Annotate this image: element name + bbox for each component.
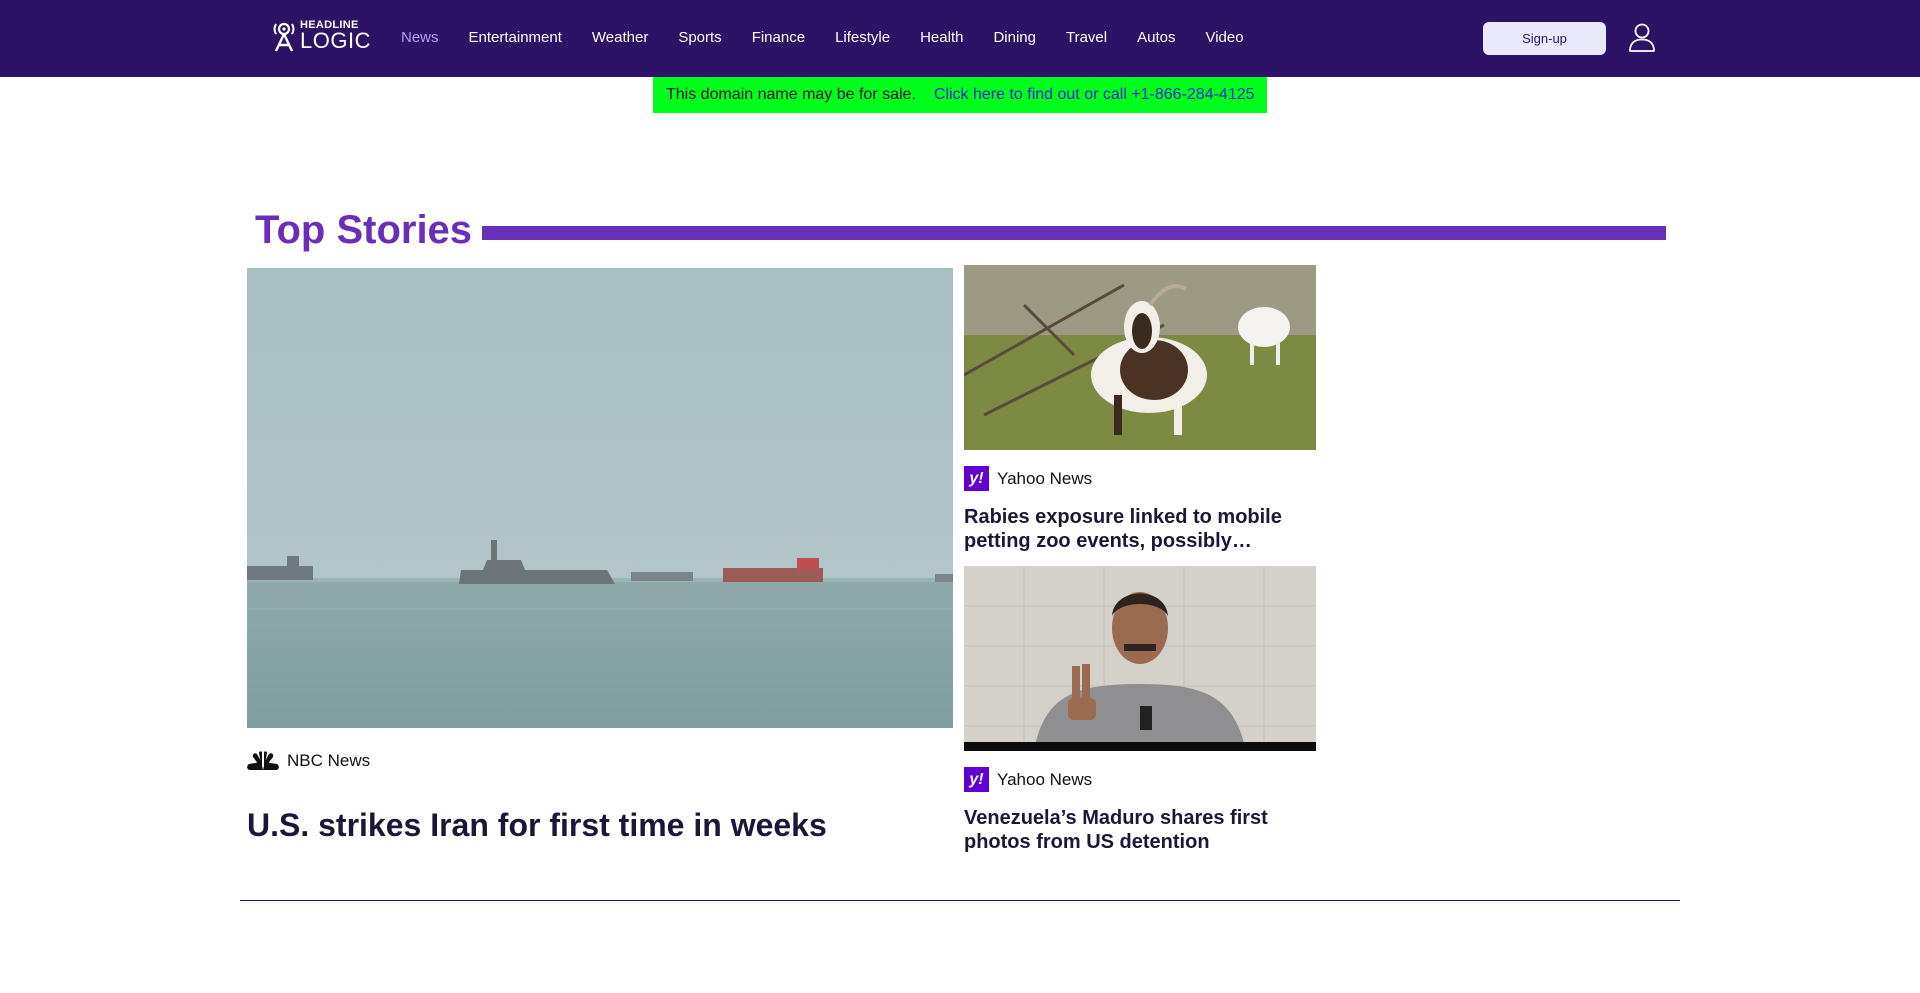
nav-item-lifestyle[interactable]: Lifestyle [835, 29, 890, 46]
maduro-photo [964, 566, 1316, 751]
nav-item-autos[interactable]: Autos [1137, 29, 1175, 46]
section-title-rule [482, 226, 1666, 240]
user-account-icon[interactable] [1628, 22, 1656, 52]
sale-banner-text: This domain name may be for sale. [666, 86, 916, 103]
nav-item-dining[interactable]: Dining [993, 29, 1036, 46]
domain-sale-banner: This domain name may be for sale. Click … [653, 77, 1267, 113]
source-name: Yahoo News [997, 769, 1093, 789]
site-logo[interactable]: HEADLINE LOGIC [272, 20, 371, 52]
lead-story-headline[interactable]: U.S. strikes Iran for first time in week… [247, 806, 953, 844]
side-story-2-headline[interactable]: Venezuela’s Maduro shares first photos f… [964, 806, 1316, 854]
ships-at-sea-photo [247, 268, 953, 728]
nav-item-health[interactable]: Health [920, 29, 963, 46]
logo-text: HEADLINE LOGIC [300, 20, 371, 52]
nav-item-travel[interactable]: Travel [1066, 29, 1107, 46]
yahoo-icon: y! [964, 767, 989, 792]
nav-item-news[interactable]: News [401, 29, 439, 46]
nav-item-sports[interactable]: Sports [678, 29, 721, 46]
nav-item-entertainment[interactable]: Entertainment [469, 29, 562, 46]
side-story-2-image[interactable] [964, 566, 1316, 751]
side-story-1-headline[interactable]: Rabies exposure linked to mobile petting… [964, 505, 1316, 553]
logo-line-2: LOGIC [300, 28, 371, 53]
main-nav: News Entertainment Weather Sports Financ… [401, 29, 1274, 46]
lead-story-source: NBC News [247, 751, 370, 771]
nav-item-weather[interactable]: Weather [592, 29, 648, 46]
yahoo-icon: y! [964, 466, 989, 491]
side-story-1-image[interactable] [964, 265, 1316, 450]
sale-banner-link[interactable]: Click here to find out or call +1-866-28… [934, 86, 1255, 104]
side-story-2-source: y! Yahoo News [964, 767, 1092, 792]
section-bottom-divider [240, 900, 1680, 901]
section-title-top-stories: Top Stories [255, 208, 473, 252]
signup-button[interactable]: Sign-up [1483, 22, 1606, 55]
nav-item-video[interactable]: Video [1205, 29, 1243, 46]
top-navigation-bar: HEADLINE LOGIC News Entertainment Weathe… [0, 0, 1920, 77]
goat-photo [964, 265, 1316, 450]
nav-item-finance[interactable]: Finance [752, 29, 805, 46]
lead-story-image[interactable] [247, 268, 953, 728]
side-story-1-source: y! Yahoo News [964, 466, 1092, 491]
headline-logic-logo-icon [273, 22, 295, 52]
source-name: NBC News [287, 751, 371, 770]
nbc-peacock-icon [247, 751, 279, 770]
source-name: Yahoo News [997, 468, 1093, 488]
